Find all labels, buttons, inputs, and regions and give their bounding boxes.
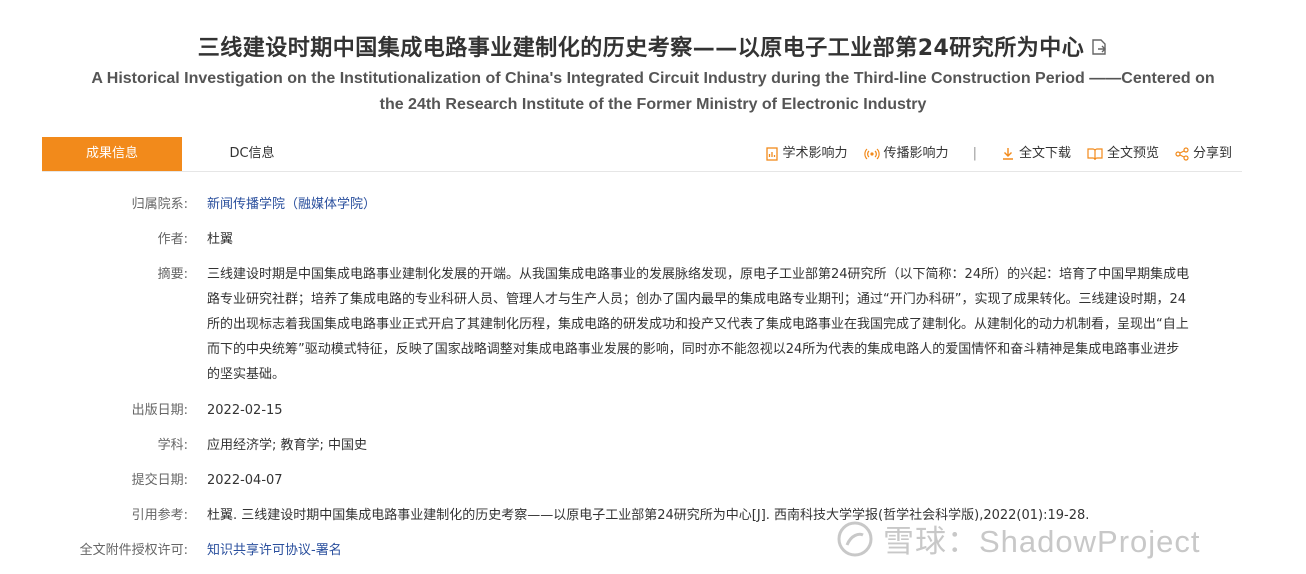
subject-value: 应用经济学; 教育学; 中国史 <box>207 438 368 453</box>
abstract-value: 三线建设时期是中国集成电路事业建制化发展的开端。从我国集成电路事业的发展脉络发现… <box>207 267 1190 382</box>
field-label: 摘要: <box>157 267 188 282</box>
document-chart-icon <box>765 147 778 161</box>
toolbar-actions: 学术影响力 传播影响力 | 全文下载 全文预览 分享到 <box>765 137 1232 171</box>
download-button[interactable]: 全文下载 <box>1001 134 1071 174</box>
field-label: 出版日期: <box>131 403 188 418</box>
share-button[interactable]: 分享到 <box>1175 134 1232 174</box>
toolbar-divider: | <box>972 146 977 161</box>
download-icon <box>1002 148 1013 160</box>
spread-impact-button[interactable]: 传播影响力 <box>863 134 949 174</box>
field-label: 学科: <box>157 438 188 453</box>
snowball-logo-icon <box>837 521 873 556</box>
field-label: 作者: <box>157 232 188 247</box>
college-link[interactable]: 新闻传播学院（融媒体学院） <box>207 192 1192 217</box>
title-cn-text: 三线建设时期中国集成电路事业建制化的历史考察——以原电子工业部第24研究所为中心 <box>197 36 1085 61</box>
tab-result-info[interactable]: 成果信息 <box>42 137 182 171</box>
broadcast-icon <box>863 148 880 160</box>
watermark: 雪球：ShadowProject <box>835 516 1201 561</box>
field-label: 提交日期: <box>131 473 188 488</box>
book-icon <box>1087 148 1103 161</box>
page-title: 三线建设时期中国集成电路事业建制化的历史考察——以原电子工业部第24研究所为中心 <box>0 30 1306 62</box>
share-label: 分享到 <box>1192 146 1232 161</box>
academic-impact-button[interactable]: 学术影响力 <box>765 134 848 174</box>
preview-label: 全文预览 <box>1106 146 1159 161</box>
field-label: 归属院系: <box>131 197 188 212</box>
tab-dc-info[interactable]: DC信息 <box>198 137 306 171</box>
download-label: 全文下载 <box>1018 146 1071 161</box>
page-subtitle-en: A Historical Investigation on the Instit… <box>91 70 1215 113</box>
tab-bar: 成果信息 DC信息 学术影响力 传播影响力 | 全文下载 全文预览 分享到 <box>42 137 1242 172</box>
share-icon <box>1175 147 1189 161</box>
watermark-text: 雪球：ShadowProject <box>883 524 1201 559</box>
preview-button[interactable]: 全文预览 <box>1087 134 1159 174</box>
author-value: 杜翼 <box>207 232 234 247</box>
field-label: 引用参考: <box>131 508 188 523</box>
academic-impact-label: 学术影响力 <box>782 146 848 161</box>
pub-date-value: 2022-02-15 <box>207 403 283 418</box>
submit-date-value: 2022-04-07 <box>207 473 283 488</box>
spread-impact-label: 传播影响力 <box>883 146 949 161</box>
export-icon[interactable] <box>1090 37 1108 62</box>
field-label: 全文附件授权许可: <box>79 543 188 558</box>
